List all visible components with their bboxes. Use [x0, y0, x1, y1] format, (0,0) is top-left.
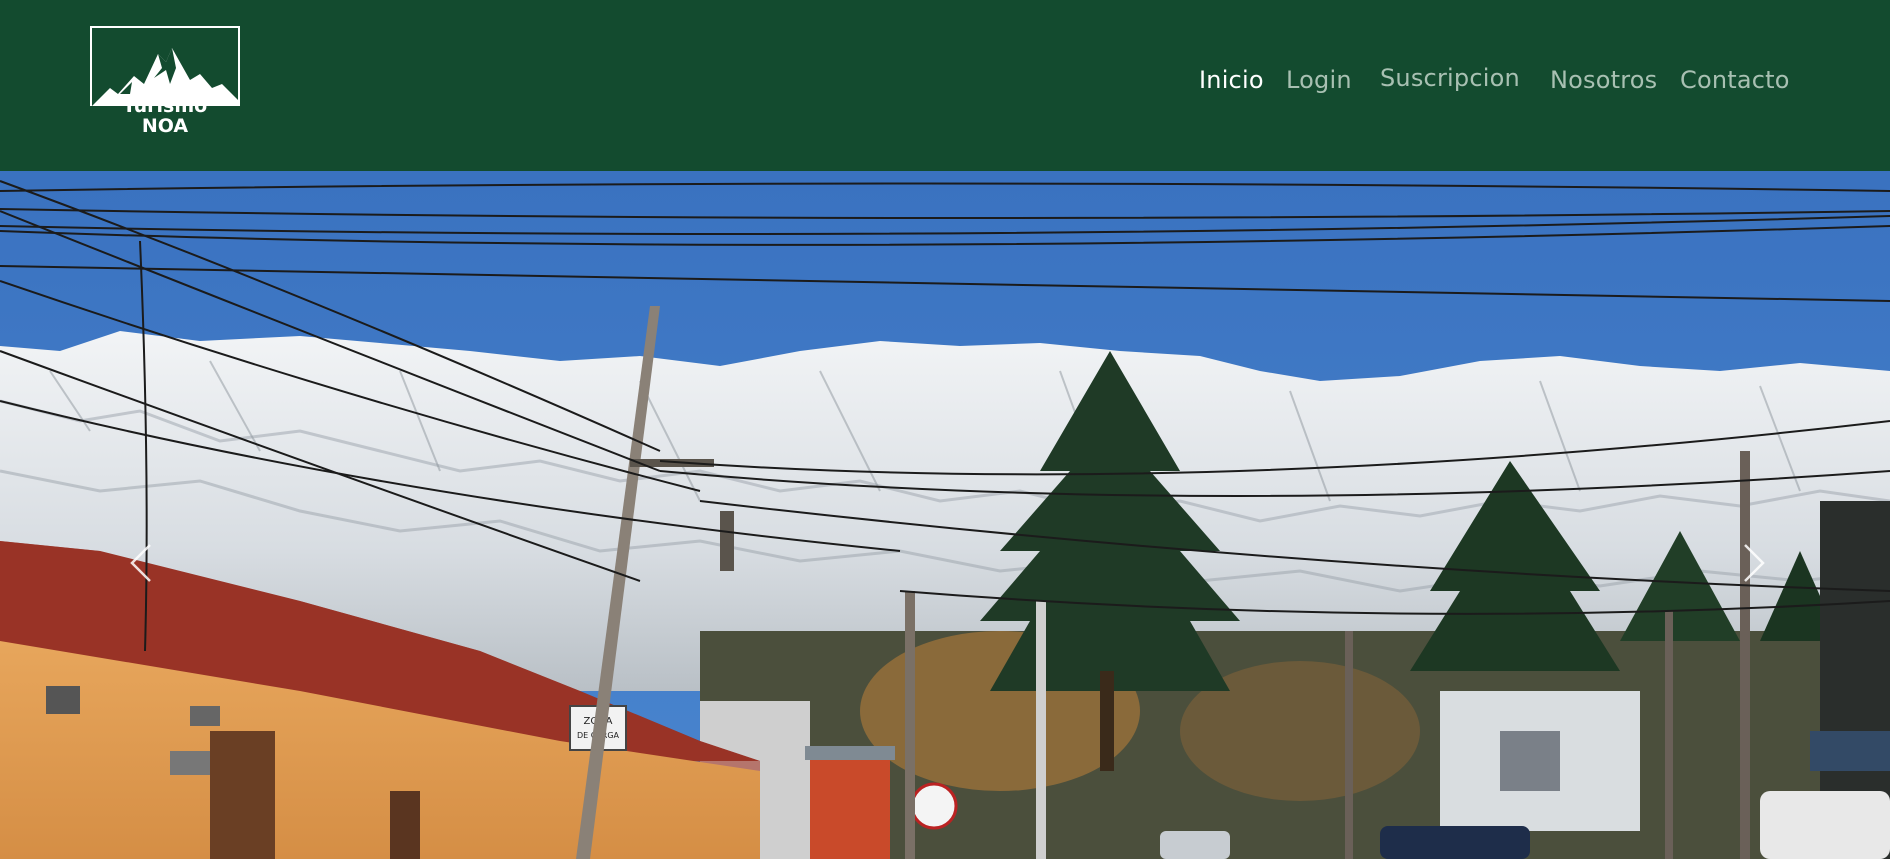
brand-logo[interactable]: Turismo NOA [90, 26, 240, 142]
logo-line-2: NOA [141, 115, 189, 137]
chevron-right-icon [1744, 544, 1765, 582]
logo-line-1: Turismo [122, 95, 208, 117]
nav-item-login[interactable]: Login [1286, 66, 1352, 94]
hero-slide-image: ZONA DE CARGA [0, 171, 1890, 859]
carousel-prev-button[interactable] [122, 541, 162, 585]
nav-item-contacto[interactable]: Contacto [1680, 66, 1790, 94]
carousel-next-button[interactable] [1733, 541, 1773, 585]
nav-item-inicio[interactable]: Inicio [1199, 66, 1264, 94]
nav-item-nosotros[interactable]: Nosotros [1550, 66, 1657, 94]
logo-text: Turismo NOA [90, 96, 240, 136]
navbar: Turismo NOA Inicio Login Suscripcion Nos… [0, 0, 1890, 171]
logo-frame [90, 26, 240, 106]
chevron-left-icon [130, 544, 151, 582]
hero-carousel: ZONA DE CARGA [0, 171, 1890, 859]
nav-item-suscripcion[interactable]: Suscripcion [1380, 64, 1520, 92]
